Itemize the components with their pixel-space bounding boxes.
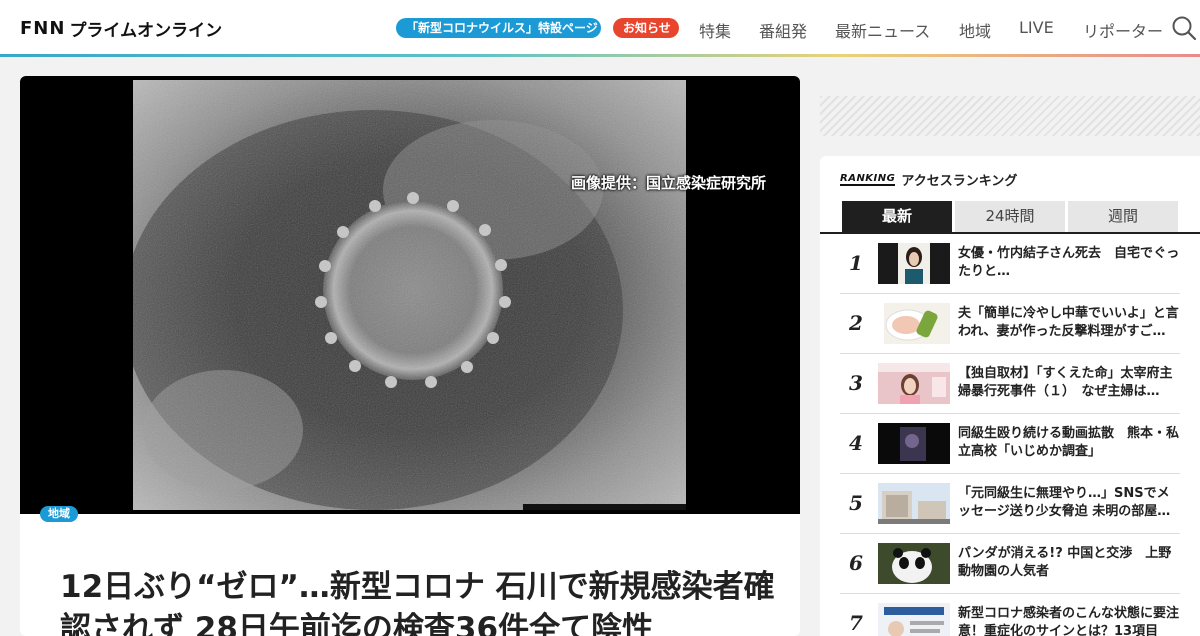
tab-24h[interactable]: 24時間: [955, 201, 1065, 232]
ranking-headline[interactable]: 新型コロナ感染者のこんな状態に要注意！重症化のサインとは？13項目: [958, 605, 1180, 636]
nav-live[interactable]: LIVE: [1019, 18, 1054, 37]
ranking-item-3[interactable]: 3 【独自取材】「すくえた命」太宰府主婦暴行死事件（１） なぜ主婦は…: [840, 354, 1180, 414]
category-badge[interactable]: 地域: [40, 506, 78, 522]
search-icon[interactable]: [1171, 15, 1197, 41]
access-ranking-panel: RANKING アクセスランキング 最新 24時間 週間 1 女優・竹内結子さん…: [820, 156, 1200, 636]
ranking-title: アクセスランキング: [901, 173, 1018, 189]
ranking-item-1[interactable]: 1 女優・竹内結子さん死去 自宅でぐったりと…: [840, 234, 1180, 294]
ranking-item-2[interactable]: 2 夫「簡単に冷やし中華でいいよ」と言われ、妻が作った反撃料理がすご…: [840, 294, 1180, 354]
nav-region[interactable]: 地域: [959, 18, 991, 42]
ranking-headline[interactable]: 夫「簡単に冷やし中華でいいよ」と言われ、妻が作った反撃料理がすご…: [958, 305, 1180, 341]
article-title[interactable]: 12日ぶり“ゼロ”…新型コロナ 石川で新規感染者確認されず 28日午前迄の検査3…: [60, 566, 780, 636]
rank-number: 2: [849, 311, 863, 335]
ranking-tabs: 最新 24時間 週間: [842, 201, 1178, 232]
ranking-headline[interactable]: 女優・竹内結子さん死去 自宅でぐったりと…: [958, 245, 1180, 281]
ranking-item-5[interactable]: 5 「元同級生に無理やり…」SNSでメッセージ送り少女脅迫 未明の部屋…: [840, 474, 1180, 534]
corona-special-link[interactable]: 「新型コロナウイルス」特設ページ: [396, 18, 601, 38]
ad-placeholder: [820, 96, 1200, 136]
site-logo[interactable]: FNN プライムオンライン: [20, 17, 223, 41]
notice-link[interactable]: お知らせ: [613, 18, 679, 38]
rank-number: 5: [849, 491, 863, 515]
site-header: FNN プライムオンライン 「新型コロナウイルス」特設ページ お知らせ 特集 番…: [0, 0, 1200, 54]
virus-micrograph: [133, 80, 686, 510]
featured-article-card[interactable]: 画像提供：国立感染症研究所 地域 12日ぶり“ゼロ”…新型コロナ 石川で新規感染…: [20, 76, 800, 636]
ranking-item-4[interactable]: 4 同級生殴り続ける動画拡散 熊本・私立高校「いじめか調査」: [840, 414, 1180, 474]
tab-latest[interactable]: 最新: [842, 201, 952, 232]
rank-number: 6: [849, 551, 863, 575]
ranking-thumbnail[interactable]: [878, 303, 950, 344]
ranking-thumbnail[interactable]: [878, 423, 950, 464]
ranking-thumbnail[interactable]: [878, 363, 950, 404]
ranking-thumbnail[interactable]: [878, 483, 950, 524]
logo-text: プライムオンライン: [69, 20, 223, 41]
ranking-headline[interactable]: 「元同級生に無理やり…」SNSでメッセージ送り少女脅迫 未明の部屋…: [958, 485, 1180, 521]
ranking-thumbnail[interactable]: [878, 243, 950, 284]
ranking-thumbnail[interactable]: [878, 603, 950, 636]
image-credit: 画像提供：国立感染症研究所: [571, 174, 767, 192]
ranking-header: RANKING アクセスランキング: [840, 170, 1018, 189]
article-hero-image[interactable]: 画像提供：国立感染症研究所: [20, 76, 800, 514]
nav-reporter[interactable]: リポーター: [1083, 18, 1163, 42]
nav-programs[interactable]: 番組発: [759, 18, 807, 42]
nav-latest-news[interactable]: 最新ニュース: [835, 18, 930, 42]
ranking-thumbnail[interactable]: [878, 543, 950, 584]
rank-number: 3: [849, 371, 863, 395]
ranking-headline[interactable]: 【独自取材】「すくえた命」太宰府主婦暴行死事件（１） なぜ主婦は…: [958, 365, 1180, 401]
rank-number: 4: [849, 431, 863, 455]
ranking-headline[interactable]: パンダが消える!? 中国と交渉 上野動物園の人気者: [958, 545, 1180, 581]
logo-fnn: FNN: [20, 17, 66, 39]
rank-number: 1: [849, 251, 863, 275]
nav-feature[interactable]: 特集: [699, 18, 731, 42]
tab-weekly[interactable]: 週間: [1068, 201, 1178, 232]
header-accent-bar: [0, 54, 1200, 57]
ranking-item-6[interactable]: 6 パンダが消える!? 中国と交渉 上野動物園の人気者: [840, 534, 1180, 594]
ranking-badge: RANKING: [840, 172, 896, 186]
ranking-headline[interactable]: 同級生殴り続ける動画拡散 熊本・私立高校「いじめか調査」: [958, 425, 1180, 461]
ranking-list: 1 女優・竹内結子さん死去 自宅でぐったりと… 2 夫「簡単に冷やし中華でいいよ…: [840, 234, 1180, 636]
